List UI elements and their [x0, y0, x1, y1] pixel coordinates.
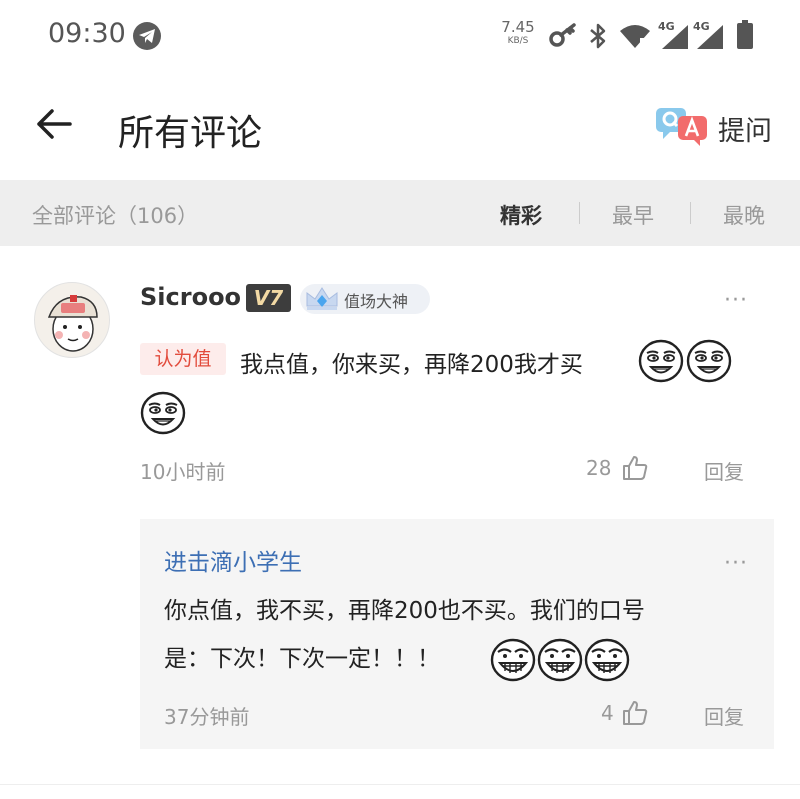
reply-like-count[interactable]: 4: [601, 701, 614, 725]
page-title: 所有评论: [118, 113, 263, 154]
cell-signal-icon: [662, 25, 688, 49]
level-badge: V7: [246, 284, 291, 312]
teeth-face-emoji: [537, 637, 583, 683]
comment-username[interactable]: Sicrooo: [140, 283, 241, 311]
battery-icon: [737, 20, 753, 49]
divider: [0, 784, 800, 785]
network-speed: 7.45 KB/S: [501, 18, 535, 46]
grin-face-emoji: [686, 338, 732, 384]
thumbs-up-icon[interactable]: [621, 454, 649, 482]
bluetooth-icon: [590, 23, 606, 49]
back-arrow-icon[interactable]: [36, 108, 72, 140]
reply-more-button[interactable]: ···: [724, 553, 748, 575]
status-bar: 09:30 7.45 KB/S 4G 4G: [0, 0, 800, 72]
comment-more-button[interactable]: ···: [724, 290, 748, 312]
avatar[interactable]: [34, 282, 110, 358]
filter-bar: 全部评论（106） 精彩 最早 最晚: [0, 180, 800, 246]
honor-title: 值场大神: [344, 292, 409, 311]
comment-reply-button[interactable]: 回复: [704, 456, 744, 485]
thumbs-up-icon[interactable]: [621, 699, 649, 727]
teeth-face-emoji: [490, 637, 536, 683]
key-icon: [549, 23, 576, 47]
teeth-face-emoji: [584, 637, 630, 683]
reply-username[interactable]: 进击滴小学生: [164, 543, 302, 577]
avatar-image: [47, 295, 98, 352]
reply-time: 37分钟前: [164, 705, 250, 729]
grin-face-emoji: [638, 338, 684, 384]
ask-button[interactable]: 提问: [718, 109, 772, 148]
reply-reply-button[interactable]: 回复: [704, 701, 744, 730]
reply-text: 你点值，我不买，再降200也不买。我们的口号 是：下次！下次一定！！！: [164, 587, 744, 683]
comment-like-count[interactable]: 28: [586, 456, 611, 480]
sort-latest[interactable]: 最晚: [723, 200, 765, 230]
sort-featured[interactable]: 精彩: [500, 200, 542, 230]
sort-divider: [579, 202, 580, 224]
sort-divider: [690, 202, 691, 224]
stance-tag: 认为值: [140, 343, 226, 375]
honor-badge: 值场大神: [300, 284, 430, 314]
cell-signal-icon-2: [697, 25, 723, 49]
reply-card: 进击滴小学生 ··· 你点值，我不买，再降200也不买。我们的口号 是：下次！下…: [140, 519, 774, 749]
reply-text-line-1: 你点值，我不买，再降200也不买。我们的口号: [164, 598, 645, 624]
qa-icon[interactable]: [655, 106, 709, 146]
sort-earliest[interactable]: 最早: [612, 200, 654, 230]
comment-count: 全部评论（106）: [32, 204, 199, 228]
reply-text-line-2: 是：下次！下次一定！！！: [164, 646, 440, 672]
comment-time: 10小时前: [140, 460, 226, 484]
wifi-icon: [620, 25, 650, 48]
telegram-icon: [133, 22, 161, 50]
grin-face-emoji: [140, 390, 186, 436]
top-bar: 所有评论 提问: [0, 72, 800, 180]
crown-diamond-icon: [306, 287, 338, 310]
comment-text: 我点值，你来买，再降200我才买: [240, 352, 583, 378]
clock: 09:30: [48, 18, 126, 49]
